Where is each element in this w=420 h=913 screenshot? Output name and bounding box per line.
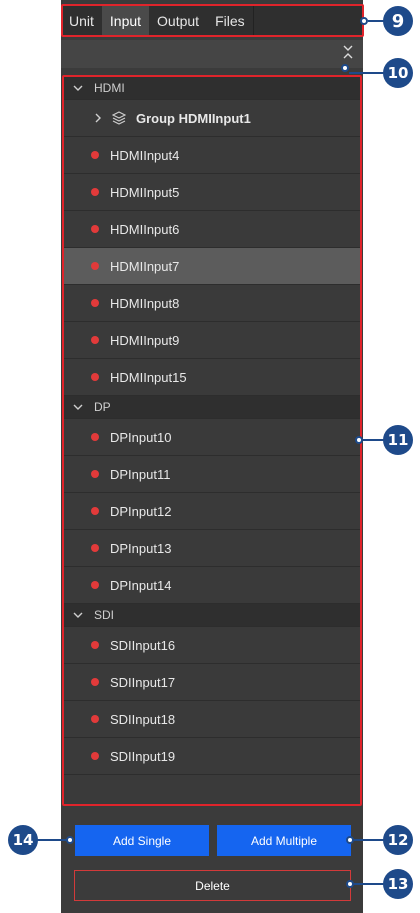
- add-multiple-button[interactable]: Add Multiple: [217, 825, 351, 856]
- callout-anchor: [360, 17, 368, 25]
- list-item[interactable]: HDMIInput15: [64, 359, 360, 396]
- status-dot-icon: [91, 433, 99, 441]
- list-item[interactable]: HDMIInput9: [64, 322, 360, 359]
- group-header-dp[interactable]: DP: [64, 396, 360, 419]
- callout-badge: 13: [383, 869, 413, 899]
- list-item[interactable]: DPInput14: [64, 567, 360, 604]
- list-item-label: SDIInput17: [110, 674, 176, 690]
- tab-input[interactable]: Input: [101, 5, 150, 36]
- list-item[interactable]: SDIInput17: [64, 664, 360, 701]
- list-item[interactable]: HDMIInput8: [64, 285, 360, 322]
- callout-badge: 9: [383, 6, 413, 36]
- list-item[interactable]: DPInput12: [64, 493, 360, 530]
- list-item[interactable]: HDMIInput5: [64, 174, 360, 211]
- add-single-button[interactable]: Add Single: [75, 825, 209, 856]
- list-item-label: SDIInput19: [110, 748, 176, 764]
- callout-anchor: [341, 64, 349, 72]
- callout-anchor: [355, 436, 363, 444]
- chevron-down-icon[interactable]: [70, 85, 86, 91]
- list-item[interactable]: SDIInput19: [64, 738, 360, 775]
- tab-output[interactable]: Output: [149, 5, 207, 36]
- list-item-label: DPInput14: [110, 577, 172, 593]
- list-item-label: HDMIInput9: [110, 332, 180, 348]
- list-item-label: DPInput10: [110, 429, 172, 445]
- callout-badge: 11: [383, 425, 413, 455]
- status-dot-icon: [91, 641, 99, 649]
- chevron-right-icon[interactable]: [90, 113, 106, 123]
- list-item[interactable]: HDMIInput6: [64, 211, 360, 248]
- tab-unit[interactable]: Unit: [61, 5, 102, 36]
- callout-leader: [354, 839, 385, 841]
- list-item[interactable]: SDIInput18: [64, 701, 360, 738]
- layers-icon: [112, 111, 126, 125]
- callout-leader: [363, 439, 385, 441]
- status-dot-icon: [91, 715, 99, 723]
- group-header-hdmi[interactable]: HDMI: [64, 77, 360, 100]
- status-dot-icon: [91, 188, 99, 196]
- list-item[interactable]: DPInput11: [64, 456, 360, 493]
- list-item[interactable]: DPInput13: [64, 530, 360, 567]
- status-dot-icon: [91, 151, 99, 159]
- status-dot-icon: [91, 225, 99, 233]
- chevron-down-icon[interactable]: [70, 404, 86, 410]
- list-item-selected[interactable]: HDMIInput7: [64, 248, 360, 285]
- list-item-label: HDMIInput6: [110, 221, 180, 237]
- status-dot-icon: [91, 262, 99, 270]
- group-header-sdi[interactable]: SDI: [64, 604, 360, 627]
- group-header-label: SDI: [94, 608, 115, 622]
- callout-leader: [36, 839, 68, 841]
- list-item-label: HDMIInput7: [110, 258, 180, 274]
- tab-bar: Unit Input Output Files: [61, 5, 363, 36]
- list-item[interactable]: SDIInput16: [64, 627, 360, 664]
- subgroup-row[interactable]: Group HDMIInput1: [64, 100, 360, 137]
- group-header-label: HDMI: [94, 81, 125, 95]
- list-item[interactable]: DPInput10: [64, 419, 360, 456]
- list-item-label: HDMIInput8: [110, 295, 180, 311]
- status-dot-icon: [91, 299, 99, 307]
- group-header-label: DP: [94, 400, 111, 414]
- tab-files[interactable]: Files: [207, 5, 253, 36]
- list-item-label: DPInput11: [110, 466, 171, 482]
- list-item-label: SDIInput18: [110, 711, 176, 727]
- list-item[interactable]: HDMIInput4: [64, 137, 360, 174]
- callout-anchor: [346, 880, 354, 888]
- callout-anchor: [66, 836, 74, 844]
- list-item-label: HDMIInput5: [110, 184, 180, 200]
- status-dot-icon: [91, 507, 99, 515]
- list-item-label: DPInput13: [110, 540, 172, 556]
- status-dot-icon: [91, 581, 99, 589]
- callout-leader: [349, 72, 385, 74]
- chevron-down-icon[interactable]: [70, 612, 86, 618]
- status-dot-icon: [91, 678, 99, 686]
- callout-badge: 12: [383, 825, 413, 855]
- list-item-label: SDIInput16: [110, 637, 176, 653]
- status-dot-icon: [91, 544, 99, 552]
- callout-leader: [368, 20, 384, 22]
- status-dot-icon: [91, 752, 99, 760]
- delete-button[interactable]: Delete: [74, 870, 351, 901]
- collapse-expand-icon[interactable]: [341, 42, 355, 66]
- list-item-label: DPInput12: [110, 503, 172, 519]
- callout-leader: [354, 883, 385, 885]
- list-item-label: HDMIInput15: [110, 369, 187, 385]
- status-dot-icon: [91, 336, 99, 344]
- subgroup-label: Group HDMIInput1: [136, 110, 251, 126]
- status-dot-icon: [91, 470, 99, 478]
- callout-badge: 14: [8, 825, 38, 855]
- callout-anchor: [346, 836, 354, 844]
- list-toolbar: [61, 40, 363, 68]
- status-dot-icon: [91, 373, 99, 381]
- input-list: HDMI Group HDMIInput1 HDMIInput4 HDMIInp…: [64, 77, 360, 805]
- list-item-label: HDMIInput4: [110, 147, 180, 163]
- callout-badge: 10: [383, 58, 413, 88]
- tab-bar-filler: [252, 5, 363, 36]
